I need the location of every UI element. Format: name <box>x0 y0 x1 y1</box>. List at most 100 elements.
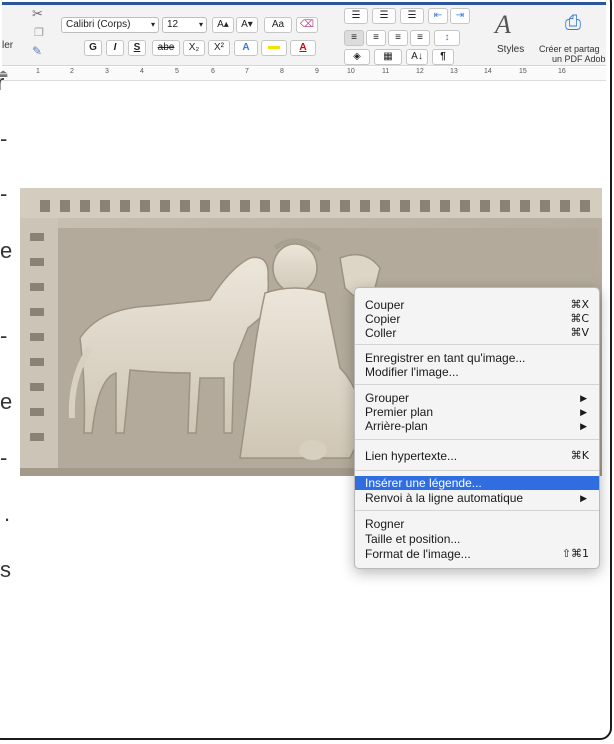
menu-item-save-as-image[interactable]: Enregistrer en tant qu'image... <box>355 351 599 365</box>
text-effects-button[interactable]: A <box>234 40 258 56</box>
ruler-number: 7 <box>245 68 249 75</box>
ruler-number: 9 <box>315 68 319 75</box>
share-pdf-label-2: un PDF Adob <box>552 54 606 64</box>
align-center-icon: ≡ <box>373 32 379 43</box>
menu-item-rogner[interactable]: Rogner <box>355 517 599 531</box>
document-text-fragment: e <box>0 389 13 414</box>
align-right-icon: ≡ <box>395 32 401 43</box>
menu-item-label: Lien hypertexte... <box>365 449 458 463</box>
document-text-fragment: . <box>4 501 11 526</box>
sort-button[interactable]: A↓ <box>406 49 428 65</box>
menu-item-arriere-plan[interactable]: Arrière-plan ▶ <box>355 419 599 433</box>
share-pdf-icon[interactable]: ⎙ <box>565 12 581 35</box>
menu-item-insert-caption[interactable]: Insérer une légende... <box>355 476 599 490</box>
decrease-indent-button[interactable]: ⇤ <box>428 8 448 24</box>
menu-item-label: Modifier l'image... <box>365 365 459 379</box>
strikethrough-button[interactable]: abe <box>152 40 180 56</box>
ruler-number: 12 <box>416 68 424 75</box>
borders-button[interactable]: ▦ <box>374 49 402 65</box>
menu-separator <box>355 470 599 471</box>
menu-item-hyperlink[interactable]: Lien hypertexte... ⌘K <box>355 449 599 463</box>
menu-item-text-wrap[interactable]: Renvoi à la ligne automatique ▶ <box>355 491 599 505</box>
menu-item-shortcut: ⌘X <box>570 298 589 311</box>
menu-separator <box>355 439 599 440</box>
submenu-arrow-icon: ▶ <box>580 493 587 503</box>
submenu-arrow-icon: ▶ <box>580 393 587 403</box>
borders-icon: ▦ <box>383 51 393 62</box>
ribbon-left-partial-label: ler <box>2 40 14 51</box>
menu-item-edit-image[interactable]: Modifier l'image... <box>355 365 599 379</box>
align-right-button[interactable]: ≡ <box>388 30 408 46</box>
menu-item-label: Enregistrer en tant qu'image... <box>365 351 526 365</box>
menu-item-shortcut: ⌘K <box>570 449 589 462</box>
highlighter-icon <box>268 45 280 49</box>
ruler-number: 1 <box>36 68 40 75</box>
show-formatting-button[interactable]: ¶ <box>432 49 454 65</box>
italic-button[interactable]: I <box>106 40 124 56</box>
align-left-icon: ≡ <box>351 32 357 43</box>
format-painter-icon[interactable]: ✎ <box>32 44 42 58</box>
increase-indent-button[interactable]: ⇥ <box>450 8 470 24</box>
numbering-button[interactable]: ☰ <box>372 8 396 24</box>
superscript-button[interactable]: X² <box>208 40 230 56</box>
ribbon-toolbar: ler ✂ ❐ ✎ Calibri (Corps) ▾ 12 ▾ A▴ A▾ A… <box>2 2 606 66</box>
shading-button[interactable]: ◈ <box>344 49 370 65</box>
menu-item-format-image[interactable]: Format de l'image... ⇧⌘1 <box>355 547 599 561</box>
ruler-number: 14 <box>484 68 492 75</box>
share-pdf-label-1: Créer et partag <box>539 44 600 54</box>
menu-item-copier[interactable]: Copier ⌘C <box>355 312 599 326</box>
menu-item-label: Insérer une légende... <box>365 476 482 490</box>
font-size-select[interactable]: 12 ▾ <box>162 17 207 33</box>
document-text-fragment: - <box>0 126 8 151</box>
ruler-number: 11 <box>382 68 390 75</box>
menu-item-label: Premier plan <box>365 405 434 419</box>
document-text-fragment: - <box>0 445 8 470</box>
ruler-number: 10 <box>347 68 355 75</box>
align-center-button[interactable]: ≡ <box>366 30 386 46</box>
bullet-list-icon: ☰ <box>351 10 361 21</box>
highlighter-button[interactable] <box>261 40 287 56</box>
menu-item-shortcut: ⌘C <box>570 312 589 325</box>
subscript-button[interactable]: X₂ <box>183 40 205 56</box>
copy-icon[interactable]: ❐ <box>34 26 44 39</box>
change-case-button[interactable]: Aa <box>264 17 292 33</box>
font-name-select[interactable]: Calibri (Corps) ▾ <box>61 17 159 33</box>
horizontal-ruler[interactable]: ⏏ 1 2 3 4 5 6 7 8 9 10 11 12 13 14 15 16 <box>0 67 606 81</box>
justify-icon: ≡ <box>417 32 423 43</box>
styles-icon[interactable]: A <box>495 10 511 40</box>
paint-bucket-icon: ◈ <box>353 51 361 62</box>
line-spacing-button[interactable]: ↕ <box>434 30 460 46</box>
bold-button[interactable]: G <box>84 40 102 56</box>
grow-font-button[interactable]: A▴ <box>212 17 234 33</box>
font-color-button[interactable]: A <box>290 40 316 56</box>
align-left-button[interactable]: ≡ <box>344 30 364 46</box>
menu-item-label: Coller <box>365 326 397 340</box>
word-window: ler ✂ ❐ ✎ Calibri (Corps) ▾ 12 ▾ A▴ A▾ A… <box>0 0 612 740</box>
scissors-icon[interactable]: ✂ <box>32 6 43 22</box>
document-text-fragment: s <box>0 557 11 582</box>
menu-separator <box>355 510 599 511</box>
multilevel-list-button[interactable]: ☰ <box>400 8 424 24</box>
submenu-arrow-icon: ▶ <box>580 407 587 417</box>
eraser-icon: ⌫ <box>299 19 315 30</box>
menu-item-shortcut: ⌘V <box>570 326 589 339</box>
ruler-number: 4 <box>140 68 144 75</box>
menu-item-label: Rogner <box>365 517 405 531</box>
justify-button[interactable]: ≡ <box>410 30 430 46</box>
underline-button[interactable]: S <box>128 40 146 56</box>
shrink-font-button[interactable]: A▾ <box>236 17 258 33</box>
menu-item-coller[interactable]: Coller ⌘V <box>355 326 599 340</box>
menu-item-label: Renvoi à la ligne automatique <box>365 491 524 505</box>
menu-item-premier-plan[interactable]: Premier plan ▶ <box>355 405 599 419</box>
menu-item-label: Format de l'image... <box>365 547 471 561</box>
numbered-list-icon: ☰ <box>379 10 389 21</box>
ruler-number: 13 <box>450 68 458 75</box>
styles-label: Styles <box>497 44 525 55</box>
menu-item-couper[interactable]: Couper ⌘X <box>355 298 599 312</box>
menu-item-size-position[interactable]: Taille et position... <box>355 532 599 546</box>
font-size-value: 12 <box>167 19 179 30</box>
menu-item-grouper[interactable]: Grouper ▶ <box>355 391 599 405</box>
bullets-button[interactable]: ☰ <box>344 8 368 24</box>
clear-formatting-button[interactable]: ⌫ <box>296 17 318 33</box>
ruler-number: 15 <box>519 68 527 75</box>
